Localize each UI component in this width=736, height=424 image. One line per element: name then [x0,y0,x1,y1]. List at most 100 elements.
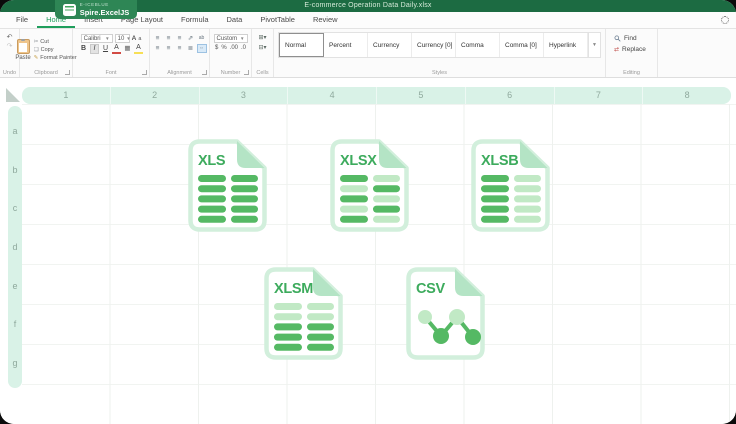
align-middle-button[interactable]: ≡ [164,44,174,53]
row-header-d[interactable]: d [8,228,22,267]
style-currency[interactable]: Currency [368,33,412,57]
styles-group-label: Styles [274,70,605,76]
column-header-5[interactable]: 5 [376,87,465,104]
row-header-f[interactable]: f [8,305,22,344]
justify-button[interactable]: ≣ [186,44,196,53]
brush-icon: ✎ [34,55,39,61]
column-header-3[interactable]: 3 [199,87,288,104]
align-bottom-button[interactable]: ≡ [175,44,185,53]
style-comma-0[interactable]: Comma [0] [500,33,544,57]
scissors-icon: ✂ [34,39,39,45]
percent-format-button[interactable]: % [221,45,226,51]
row-header-c[interactable]: c [8,189,22,228]
column-header-7[interactable]: 7 [554,87,643,104]
file-type-icon-xlsx[interactable]: XLSX [329,138,410,233]
clipboard-group: Paste ✂Cut ❏Copy ✎Format Painter Clipboa… [20,29,73,77]
borders-button[interactable]: ▦ [123,44,132,54]
file-type-icon-xls[interactable]: XLS [187,138,268,233]
paste-button[interactable]: Paste [15,39,30,61]
chevron-down-icon: ▼ [105,36,109,41]
column-header-1[interactable]: 1 [22,87,110,104]
increase-decimal-button[interactable]: .00 [230,45,238,51]
tab-data[interactable]: Data [218,12,252,28]
file-type-icon-xlsm[interactable]: XLSM [263,266,344,361]
row-header-g[interactable]: g [8,343,22,382]
italic-button[interactable]: I [90,44,99,54]
style-currency-0[interactable]: Currency [0] [412,33,456,57]
orientation-button[interactable]: ⇗ [186,34,196,43]
styles-group: NormalPercentCurrencyCurrency [0]CommaCo… [274,29,606,77]
undo-group-label: Undo [0,70,19,76]
currency-format-button[interactable]: $ [215,45,218,51]
number-group: Custom▼ $ % .00 .0 Number [210,29,252,77]
alignment-group-label: Alignment [150,70,209,76]
alignment-group: ≡ ≡ ≡ ⇗ ab ≡ ≡ ≡ ≣ ⇔ Alignment [150,29,210,77]
row-header-b[interactable]: b [8,151,22,190]
cells-group-label: Cells [252,70,273,76]
shrink-font-button[interactable]: a [138,35,141,43]
tab-pivottable[interactable]: PivotTable [251,12,304,28]
spreadsheet-logo-icon [63,4,76,16]
grow-font-button[interactable]: A [132,35,137,43]
align-left-button[interactable]: ≡ [153,34,163,43]
decrease-decimal-button[interactable]: .0 [241,45,246,51]
copy-button[interactable]: ❏Copy [34,47,77,53]
wrap-text-button[interactable]: ab [197,34,207,43]
editing-group: Find ⇄ Replace Editing [606,29,658,77]
clipboard-buttons: ✂Cut ❏Copy ✎Format Painter [34,39,77,61]
replace-button[interactable]: ⇄ Replace [614,44,646,55]
clipboard-dialog-launcher-icon[interactable] [65,70,70,75]
bold-button[interactable]: B [79,44,88,54]
font-size-select[interactable]: 10▼ [115,34,130,43]
svg-text:XLS: XLS [198,153,226,169]
tab-review[interactable]: Review [304,12,347,28]
redo-button[interactable]: ↷ [7,42,13,51]
column-header-8[interactable]: 8 [642,87,731,104]
tab-formula[interactable]: Formula [172,12,218,28]
insert-cells-button[interactable]: ⊞▾ [258,33,266,43]
column-header-4[interactable]: 4 [287,87,376,104]
align-top-button[interactable]: ≡ [153,44,163,53]
paste-label: Paste [15,55,30,61]
format-painter-button[interactable]: ✎Format Painter [34,55,77,61]
undo-button[interactable]: ↶ [7,33,13,42]
row-header-a[interactable]: a [8,112,22,151]
column-header-6[interactable]: 6 [465,87,554,104]
search-icon [614,35,621,42]
merge-center-button[interactable]: ⇔ [197,44,207,53]
paste-icon [17,39,30,54]
gallery-more-button[interactable]: ▼ [588,33,600,57]
svg-text:XLSX: XLSX [340,153,377,169]
tab-file[interactable]: File [7,12,37,28]
style-comma[interactable]: Comma [456,33,500,57]
settings-gear-icon[interactable] [721,16,729,24]
font-family-select[interactable]: Calibri▼ [81,34,113,43]
font-color-button[interactable]: A [112,44,121,54]
delete-cells-button[interactable]: ⊟▾ [258,43,266,53]
font-dialog-launcher-icon[interactable] [142,70,147,75]
underline-button[interactable]: U [101,44,110,54]
row-header-e[interactable]: e [8,266,22,305]
column-header-2[interactable]: 2 [110,87,199,104]
file-type-icon-csv[interactable]: CSV [405,266,486,361]
align-center-button[interactable]: ≡ [164,34,174,43]
replace-icon: ⇄ [614,46,619,53]
select-all-corner[interactable] [6,88,20,102]
font-group: Calibri▼ 10▼ A a B I U A ▦ A Font [73,29,150,77]
svg-text:XLSM: XLSM [274,281,313,297]
font-group-label: Font [73,70,149,76]
style-hyperlink[interactable]: Hyperlink [544,33,588,57]
worksheet-area[interactable]: 12345678 abcdefg XLS XLSX XLSB XLSM CSV [0,78,736,424]
find-button[interactable]: Find [614,33,637,44]
style-percent[interactable]: Percent [324,33,368,57]
number-dialog-launcher-icon[interactable] [244,70,249,75]
align-right-button[interactable]: ≡ [175,34,185,43]
cell-styles-gallery: NormalPercentCurrencyCurrency [0]CommaCo… [278,32,601,58]
cut-button[interactable]: ✂Cut [34,39,77,45]
file-type-icon-xlsb[interactable]: XLSB [470,138,551,233]
number-format-select[interactable]: Custom▼ [214,34,248,43]
copy-icon: ❏ [34,47,39,53]
highlight-color-button[interactable]: A [134,44,143,54]
style-normal[interactable]: Normal [279,33,324,57]
alignment-dialog-launcher-icon[interactable] [202,70,207,75]
